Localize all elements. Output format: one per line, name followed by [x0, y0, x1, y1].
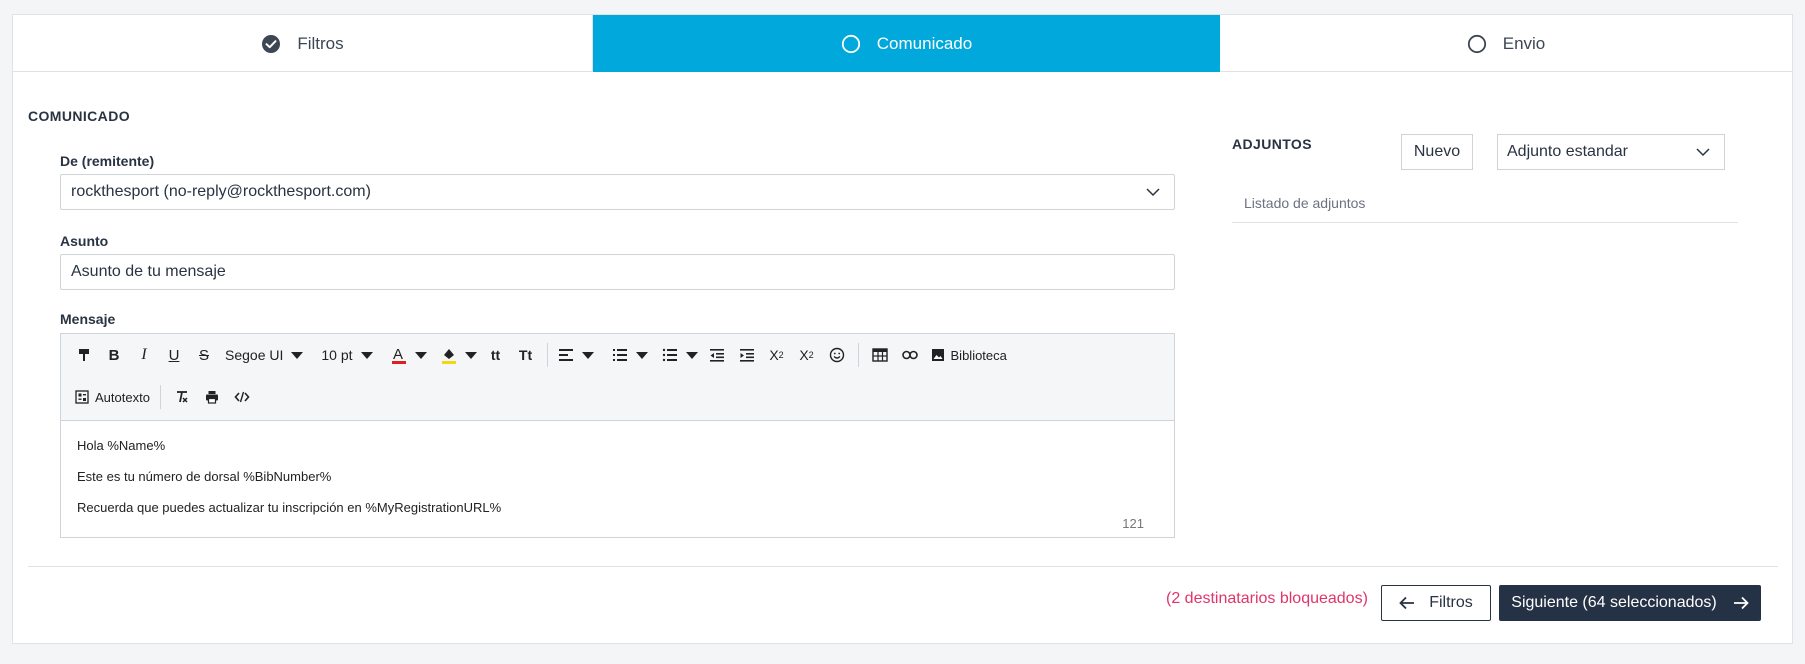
step-filtros[interactable]: Filtros	[13, 15, 593, 72]
circle-icon	[841, 34, 861, 54]
uppercase-icon[interactable]: Tt	[511, 340, 541, 370]
step-envio[interactable]: Envio	[1220, 15, 1792, 72]
subject-input[interactable]: Asunto de tu mensaje	[60, 254, 1175, 290]
rich-text-editor: B I U S Segoe UI 10 pt A tt Tt X 2 X 2 B…	[60, 333, 1175, 538]
section-title: COMUNICADO	[28, 108, 130, 124]
link-icon[interactable]	[895, 340, 925, 370]
circle-icon	[1467, 34, 1487, 54]
toolbar-divider	[857, 343, 859, 367]
subject-label: Asunto	[60, 233, 109, 249]
source-code-icon[interactable]	[227, 382, 257, 412]
next-button[interactable]: Siguiente (64 seleccionados)	[1499, 585, 1761, 621]
toolbar-divider	[546, 343, 548, 367]
step-comunicado[interactable]: Comunicado	[593, 15, 1220, 72]
new-attachment-button[interactable]: Nuevo	[1401, 134, 1473, 170]
font-size-value: 10 pt	[321, 347, 353, 363]
attachment-type-value: Adjunto estandar	[1507, 143, 1628, 160]
library-label: Biblioteca	[950, 347, 1007, 363]
check-circle-icon	[261, 34, 281, 54]
subscript-icon[interactable]: X2	[792, 340, 822, 370]
indent-icon[interactable]	[732, 340, 762, 370]
chevron-down-icon	[1146, 185, 1160, 199]
underline-icon[interactable]: U	[159, 340, 189, 370]
autotext-icon	[75, 390, 89, 404]
attachments-title: ADJUNTOS	[1232, 136, 1312, 152]
autotext-button[interactable]: Autotexto	[69, 382, 154, 412]
subject-value: Asunto de tu mensaje	[71, 263, 226, 280]
autotext-label: Autotexto	[95, 389, 150, 405]
chevron-down-icon	[1696, 145, 1710, 164]
caret-down-icon	[685, 351, 698, 359]
sender-value: rockthesport (no-reply@rockthesport.com)	[71, 183, 371, 200]
bullet-list-icon[interactable]	[652, 340, 702, 370]
italic-icon[interactable]: I	[129, 340, 159, 370]
attachments-list: Listado de adjuntos	[1232, 195, 1738, 223]
wizard-stepper: Filtros Comunicado Envio	[13, 15, 1792, 72]
message-label: Mensaje	[60, 311, 116, 327]
font-family-value: Segoe UI	[225, 347, 284, 363]
caret-down-icon	[291, 351, 304, 359]
image-icon	[931, 348, 945, 362]
outdent-icon[interactable]	[702, 340, 732, 370]
clear-formatting-icon[interactable]	[167, 382, 197, 412]
font-size-select[interactable]: 10 pt	[307, 340, 376, 370]
highlight-color-icon[interactable]	[431, 340, 481, 370]
sender-label: De (remitente)	[60, 153, 155, 169]
caret-down-icon	[581, 351, 594, 359]
editor-line: Hola %Name%	[77, 438, 166, 453]
numbered-list-icon[interactable]	[598, 340, 652, 370]
superscript-icon[interactable]: X2	[762, 340, 792, 370]
format-painter-icon[interactable]	[69, 340, 99, 370]
back-button[interactable]: Filtros	[1381, 585, 1491, 621]
lowercase-icon[interactable]: tt	[481, 340, 511, 370]
footer-divider	[28, 566, 1778, 567]
blocked-recipients-link[interactable]: (2 destinatarios bloqueados)	[1166, 590, 1368, 608]
char-counter: 121	[1122, 516, 1144, 531]
caret-down-icon	[360, 351, 373, 359]
editor-content[interactable]: Hola %Name% Este es tu número de dorsal …	[61, 422, 1174, 537]
sender-select[interactable]: rockthesport (no-reply@rockthesport.com)	[60, 174, 1175, 210]
step-label: Comunicado	[876, 33, 973, 53]
attachments-list-label: Listado de adjuntos	[1244, 195, 1366, 211]
library-button[interactable]: Biblioteca	[925, 340, 1011, 370]
arrow-right-icon	[1717, 596, 1749, 610]
step-label: Envio	[1502, 33, 1546, 53]
caret-down-icon	[635, 351, 648, 359]
caret-down-icon	[464, 351, 477, 359]
bold-icon[interactable]: B	[99, 340, 129, 370]
emoji-icon[interactable]	[822, 340, 852, 370]
editor-toolbar: B I U S Segoe UI 10 pt A tt Tt X 2 X 2 B…	[61, 334, 1174, 421]
back-label: Filtros	[1429, 594, 1473, 611]
align-left-icon[interactable]	[554, 340, 598, 370]
attachment-type-select[interactable]: Adjunto estandar	[1497, 134, 1725, 170]
editor-line: Recuerda que puedes actualizar tu inscri…	[77, 500, 502, 515]
font-color-icon[interactable]: A	[377, 340, 431, 370]
editor-line: Este es tu número de dorsal %BibNumber%	[77, 469, 332, 484]
font-family-select[interactable]: Segoe UI	[219, 340, 307, 370]
print-icon[interactable]	[197, 382, 227, 412]
next-label: Siguiente (64 seleccionados)	[1511, 594, 1717, 611]
communication-card: Filtros Comunicado Envio COMUNICADO De (…	[12, 14, 1793, 644]
arrow-left-icon	[1399, 596, 1429, 610]
caret-down-icon	[414, 351, 427, 359]
svg-text:A: A	[393, 346, 403, 363]
table-icon[interactable]	[865, 340, 895, 370]
step-label: Filtros	[297, 33, 344, 53]
toolbar-divider	[159, 385, 161, 409]
strikethrough-icon[interactable]: S	[189, 340, 219, 370]
